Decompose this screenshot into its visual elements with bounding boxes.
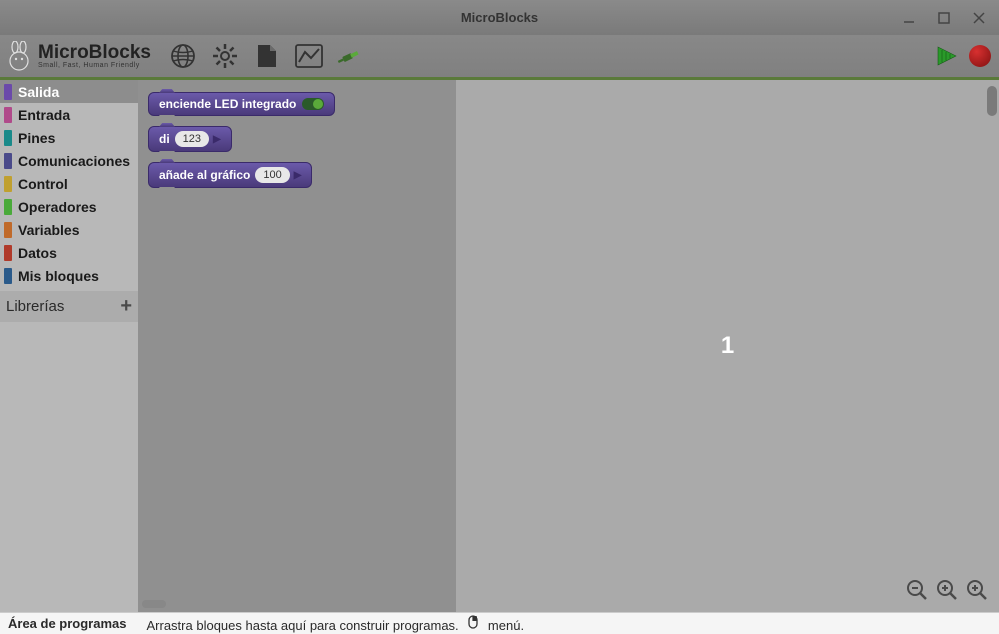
statusbar-hint: Arrastra bloques hasta aquí para constru…	[147, 614, 525, 633]
toolbar: MicroBlocks Small, Fast, Human Friendly	[0, 35, 999, 80]
category-swatch	[4, 84, 12, 100]
category-comunicaciones[interactable]: Comunicaciones	[0, 149, 138, 172]
zoom-reset-icon	[936, 579, 958, 601]
block-label: añade al gráfico	[159, 168, 250, 182]
category-pines[interactable]: Pines	[0, 126, 138, 149]
zoom-in-icon	[966, 579, 988, 601]
zoom-reset-button[interactable]	[935, 578, 959, 602]
category-control[interactable]: Control	[0, 172, 138, 195]
language-button[interactable]	[169, 42, 197, 70]
mouse-icon	[466, 614, 480, 630]
block-led[interactable]: enciende LED integrado	[148, 92, 335, 116]
block-palette: enciende LED integrado di 123 ▶ añade al…	[138, 80, 456, 612]
category-label: Entrada	[18, 107, 70, 123]
category-swatch	[4, 245, 12, 261]
zoom-controls	[905, 578, 989, 602]
category-mis-bloques[interactable]: Mis bloques	[0, 264, 138, 287]
libraries-header: Librerías +	[0, 291, 138, 322]
chevron-right-icon[interactable]: ▶	[294, 170, 302, 181]
titlebar: MicroBlocks	[0, 0, 999, 35]
category-swatch	[4, 176, 12, 192]
category-swatch	[4, 199, 12, 215]
category-entrada[interactable]: Entrada	[0, 103, 138, 126]
block-graph[interactable]: añade al gráfico 100 ▶	[148, 162, 312, 188]
statusbar-title: Área de programas	[8, 616, 127, 631]
run-button[interactable]	[935, 44, 959, 68]
category-label: Control	[18, 176, 68, 192]
settings-button[interactable]	[211, 42, 239, 70]
block-label: di	[159, 132, 170, 146]
minimize-button[interactable]	[899, 8, 919, 28]
category-swatch	[4, 130, 12, 146]
category-salida[interactable]: Salida	[0, 80, 138, 103]
block-label: enciende LED integrado	[159, 97, 296, 111]
category-swatch	[4, 268, 12, 284]
graph-button[interactable]	[295, 42, 323, 70]
gear-icon	[212, 43, 238, 69]
graph-icon	[295, 44, 323, 68]
file-icon	[255, 43, 279, 69]
block-input[interactable]: 100	[255, 167, 289, 183]
zoom-out-button[interactable]	[905, 578, 929, 602]
connect-button[interactable]	[337, 42, 365, 70]
category-label: Datos	[18, 245, 57, 261]
chevron-right-icon[interactable]: ▶	[213, 134, 221, 145]
bunny-icon	[8, 41, 32, 71]
window-controls	[899, 8, 989, 28]
category-label: Salida	[18, 84, 59, 100]
usb-icon	[337, 43, 365, 69]
category-datos[interactable]: Datos	[0, 241, 138, 264]
logo-tagline: Small, Fast, Human Friendly	[38, 62, 151, 69]
logo-name: MicroBlocks	[38, 43, 151, 62]
globe-icon	[170, 43, 196, 69]
category-label: Variables	[18, 222, 80, 238]
category-variables[interactable]: Variables	[0, 218, 138, 241]
close-button[interactable]	[969, 8, 989, 28]
block-say[interactable]: di 123 ▶	[148, 126, 232, 152]
maximize-button[interactable]	[934, 8, 954, 28]
category-sidebar: Salida Entrada Pines Comunicaciones Cont…	[0, 80, 138, 612]
file-button[interactable]	[253, 42, 281, 70]
category-operadores[interactable]: Operadores	[0, 195, 138, 218]
canvas-value: 1	[721, 332, 734, 360]
window-title: MicroBlocks	[461, 10, 538, 25]
category-swatch	[4, 222, 12, 238]
zoom-out-icon	[906, 579, 928, 601]
palette-scrollbar[interactable]	[142, 600, 166, 608]
canvas-vscrollbar[interactable]	[987, 86, 997, 116]
block-input[interactable]: 123	[175, 131, 209, 147]
play-icon	[935, 44, 959, 68]
zoom-in-button[interactable]	[965, 578, 989, 602]
statusbar: Área de programas Arrastra bloques hasta…	[0, 612, 999, 634]
category-label: Operadores	[18, 199, 97, 215]
category-label: Pines	[18, 130, 55, 146]
category-swatch	[4, 107, 12, 123]
category-swatch	[4, 153, 12, 169]
app-logo: MicroBlocks Small, Fast, Human Friendly	[8, 41, 151, 71]
scripting-canvas[interactable]: 1	[456, 80, 999, 612]
add-library-button[interactable]: +	[120, 295, 132, 318]
stop-button[interactable]	[969, 45, 991, 67]
category-label: Comunicaciones	[18, 153, 130, 169]
category-label: Mis bloques	[18, 268, 99, 284]
block-toggle[interactable]	[302, 98, 324, 110]
libraries-label: Librerías	[6, 298, 64, 315]
main-area: Salida Entrada Pines Comunicaciones Cont…	[0, 80, 999, 612]
